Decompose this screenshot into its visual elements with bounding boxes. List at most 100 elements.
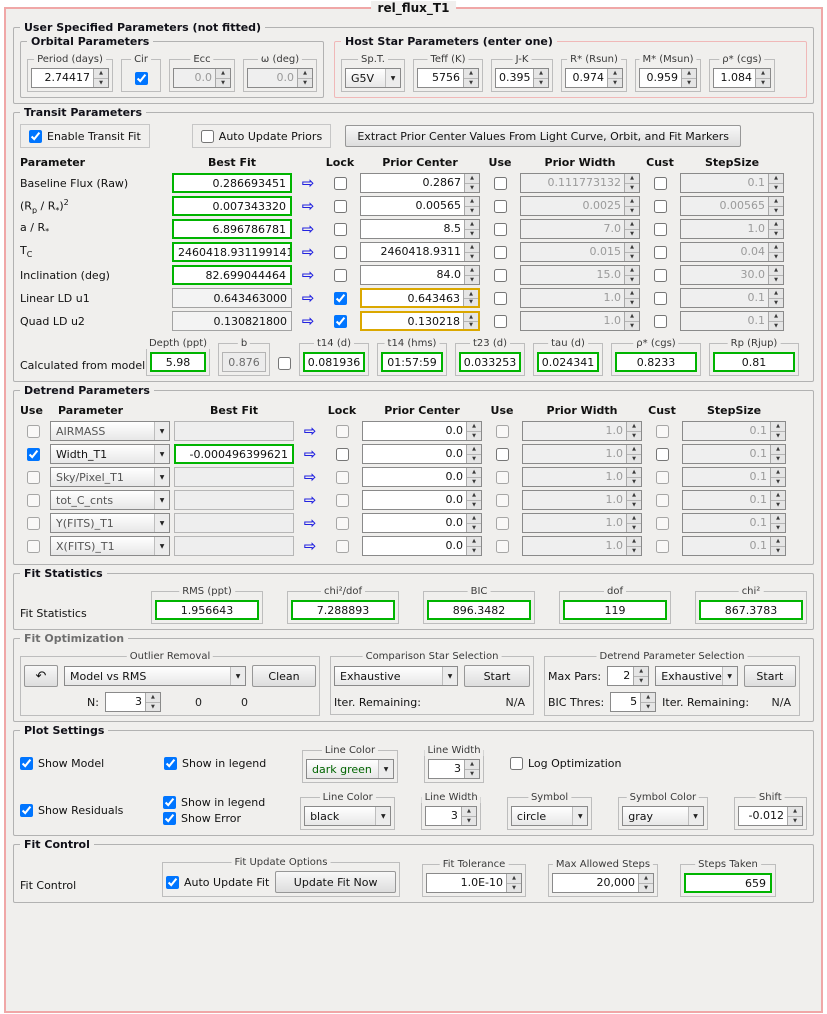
model-line-color-dropdown[interactable]: dark green [306,759,394,779]
omega-spinner[interactable]: 0.0 [247,68,313,88]
spinner-up-down-buttons[interactable] [607,69,622,87]
spinner-up-down-buttons[interactable] [464,760,479,778]
spinner-up-down-buttons[interactable] [681,69,696,87]
transfer-best-fit-to-prior-button[interactable]: ⇨ [296,244,320,260]
log-optimization-checkbox[interactable] [510,757,523,770]
use-prior-checkbox[interactable] [495,539,509,553]
spinner-up-down-buttons[interactable] [464,174,479,192]
show-error-option[interactable]: Show Error [163,812,274,825]
custom-step-checkbox[interactable] [653,314,667,328]
model-line-width-spinner[interactable]: 3 [428,759,480,779]
residuals-show-in-legend-checkbox[interactable] [163,796,177,809]
spinner-up-down-buttons[interactable] [787,807,802,825]
prior-center-spinner[interactable]: 84.0 [360,265,480,285]
max-pars-spinner[interactable]: 2 [607,666,650,686]
model-legend-option[interactable]: Show in legend [164,757,276,770]
prior-center-spinner[interactable]: 0.0 [362,467,482,487]
transfer-best-fit-to-prior-button[interactable]: ⇨ [298,515,322,531]
transfer-best-fit-to-prior-button[interactable]: ⇨ [296,175,320,191]
spinner-up-down-buttons[interactable] [768,243,783,261]
show-error-checkbox[interactable] [163,812,177,825]
circular-orbit-checkbox[interactable] [134,71,148,85]
residuals-legend-option[interactable]: Show in legend [163,796,274,809]
spinner-up-down-buttons[interactable] [466,445,481,463]
spinner-up-down-buttons[interactable] [463,313,478,329]
show-residuals-option[interactable]: Show Residuals [20,804,137,817]
jk-spinner[interactable]: 0.395 [495,68,549,88]
use-prior-checkbox[interactable] [495,493,509,507]
show-residuals-checkbox[interactable] [20,804,33,817]
spinner-up-down-buttons[interactable] [464,266,479,284]
use-prior-checkbox[interactable] [493,222,507,236]
custom-step-checkbox[interactable] [653,199,667,213]
use-detrend-checkbox[interactable] [26,424,40,438]
model-show-in-legend-checkbox[interactable] [164,757,177,770]
lock-checkbox[interactable] [335,516,349,530]
custom-step-checkbox[interactable] [653,268,667,282]
spinner-up-down-buttons[interactable] [638,874,653,892]
enable-transit-fit-checkbox[interactable] [29,129,42,143]
prior-width-spinner[interactable]: 1.0 [520,288,640,308]
clean-button[interactable]: Clean [252,665,316,687]
custom-step-checkbox[interactable] [653,176,667,190]
use-prior-checkbox[interactable] [493,314,507,328]
detrend-parameter-dropdown[interactable]: tot_C_cnts [50,490,170,510]
step-size-spinner[interactable]: 30.0 [680,265,784,285]
custom-step-checkbox[interactable] [655,424,669,438]
custom-step-checkbox[interactable] [655,516,669,530]
spinner-up-down-buttons[interactable] [768,266,783,284]
spectral-type-dropdown[interactable]: G5V [345,68,401,88]
lock-checkbox[interactable] [333,222,347,236]
step-size-spinner[interactable]: 0.04 [680,242,784,262]
period-spinner[interactable]: 2.74417 [31,68,109,88]
spinner-up-down-buttons[interactable] [770,445,785,463]
lock-checkbox[interactable] [335,424,349,438]
spinner-up-down-buttons[interactable] [768,197,783,215]
use-detrend-checkbox[interactable] [26,447,40,461]
b-lock-checkbox[interactable] [278,357,291,370]
spinner-up-down-buttons[interactable] [624,312,639,330]
transfer-best-fit-to-prior-button[interactable]: ⇨ [298,423,322,439]
transfer-best-fit-to-prior-button[interactable]: ⇨ [298,469,322,485]
use-prior-checkbox[interactable] [493,199,507,213]
spinner-up-down-buttons[interactable] [533,69,548,87]
prior-width-spinner[interactable]: 1.0 [520,311,640,331]
prior-center-spinner[interactable]: 0.2867 [360,173,480,193]
extract-prior-values-button[interactable]: Extract Prior Center Values From Light C… [345,125,742,147]
lock-checkbox[interactable] [335,470,349,484]
prior-width-spinner[interactable]: 1.0 [522,421,642,441]
spinner-up-down-buttons[interactable] [755,69,770,87]
spinner-up-down-buttons[interactable] [626,491,641,509]
shift-spinner[interactable]: -0.012 [737,806,804,826]
spinner-up-down-buttons[interactable] [770,491,785,509]
transfer-best-fit-to-prior-button[interactable]: ⇨ [296,313,320,329]
spinner-up-down-buttons[interactable] [624,197,639,215]
use-prior-checkbox[interactable] [495,516,509,530]
spinner-up-down-buttons[interactable] [464,220,479,238]
detrend-parameter-dropdown[interactable]: X(FITS)_T1 [50,536,170,556]
prior-width-spinner[interactable]: 7.0 [520,219,640,239]
comparison-method-dropdown[interactable]: Exhaustive [334,666,458,686]
spinner-up-down-buttons[interactable] [640,693,655,711]
step-size-spinner[interactable]: 0.1 [682,467,786,487]
spinner-up-down-buttons[interactable] [770,537,785,555]
symbol-dropdown[interactable]: circle [510,806,589,826]
step-size-spinner[interactable]: 0.1 [680,173,784,193]
prior-center-spinner[interactable]: 0.643463 [360,288,480,308]
lock-checkbox[interactable] [335,539,349,553]
step-size-spinner[interactable]: 0.00565 [680,196,784,216]
custom-step-checkbox[interactable] [653,291,667,305]
step-size-spinner[interactable]: 1.0 [680,219,784,239]
detrend-parameter-dropdown[interactable]: Sky/Pixel_T1 [50,467,170,487]
prior-center-spinner[interactable]: 0.0 [362,490,482,510]
transfer-best-fit-to-prior-button[interactable]: ⇨ [298,538,322,554]
comparison-start-button[interactable]: Start [464,665,530,687]
prior-width-spinner[interactable]: 0.0025 [520,196,640,216]
spinner-up-down-buttons[interactable] [626,468,641,486]
spinner-up-down-buttons[interactable] [466,422,481,440]
use-detrend-checkbox[interactable] [26,493,40,507]
prior-center-spinner[interactable]: 0.130218 [360,311,480,331]
symbol-color-dropdown[interactable]: gray [622,806,704,826]
step-size-spinner[interactable]: 0.1 [680,288,784,308]
lock-checkbox[interactable] [333,291,347,305]
